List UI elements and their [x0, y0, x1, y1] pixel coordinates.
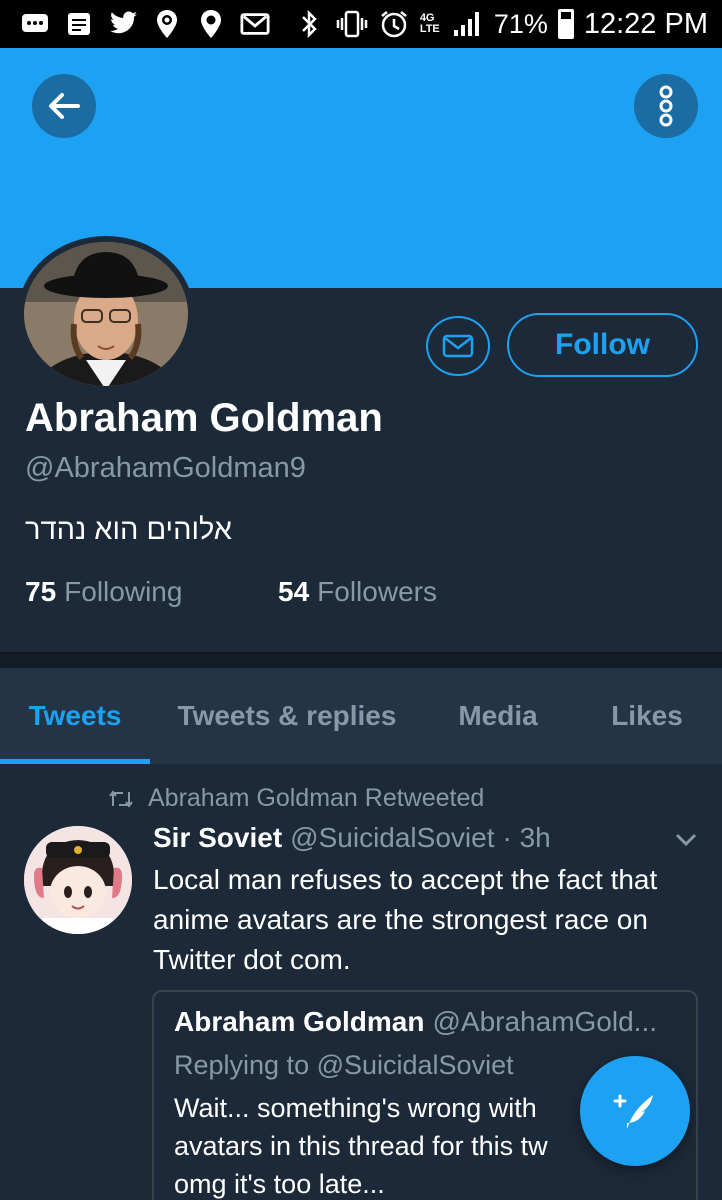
retweet-indicator: Abraham Goldman Retweeted [108, 784, 484, 813]
location-notification-icon [152, 9, 182, 39]
profile-bio: אלוהים הוא נהדר [25, 514, 232, 546]
followers-stat[interactable]: 54 Followers [278, 576, 437, 608]
chat-notification-icon [20, 9, 50, 39]
message-notification-icon [64, 9, 94, 39]
direct-message-button[interactable] [426, 316, 490, 376]
signal-icon [452, 9, 484, 39]
tab-likes[interactable]: Likes [572, 668, 722, 764]
chevron-down-icon [675, 833, 697, 847]
clock: 12:22 PM [583, 7, 708, 40]
bluetooth-icon [294, 9, 326, 39]
retweet-note: Abraham Goldman Retweeted [148, 784, 485, 812]
compose-feather-icon [613, 1094, 653, 1129]
profile-tabs: Tweets Tweets & replies Media Likes [0, 668, 722, 764]
back-button[interactable] [32, 74, 96, 138]
tweet-author-handle[interactable]: @SuicidalSoviet [290, 822, 494, 854]
map-pin-notification-icon [196, 9, 226, 39]
section-divider [0, 652, 722, 668]
more-options-button[interactable] [634, 74, 698, 138]
quoted-author-name: Abraham Goldman [174, 1006, 425, 1037]
following-stat[interactable]: 75 Following [25, 576, 278, 608]
retweet-icon [109, 789, 133, 808]
following-label: Following [64, 576, 183, 607]
follow-button[interactable]: Follow [507, 313, 698, 377]
gmail-notification-icon [240, 9, 270, 39]
profile-avatar-image [24, 242, 188, 386]
back-arrow-icon [49, 93, 80, 119]
battery-icon [557, 9, 574, 39]
tweet-author-avatar[interactable] [24, 826, 132, 934]
compose-tweet-button[interactable] [580, 1056, 690, 1166]
tab-tweets[interactable]: Tweets [0, 668, 150, 764]
status-bar: 4G LTE 71% 12:22 PM [0, 0, 722, 48]
followers-count: 54 [278, 576, 310, 607]
twitter-notification-icon [108, 9, 138, 39]
tweet-text: Local man refuses to accept the fact tha… [153, 864, 658, 975]
quoted-author-handle: @AbrahamGold... [432, 1006, 658, 1037]
tweet-author-name[interactable]: Sir Soviet [153, 822, 282, 854]
tweet-time: · 3h [502, 822, 551, 853]
following-count: 75 [25, 576, 57, 607]
profile-name: Abraham Goldman [25, 396, 383, 440]
tab-tweets-replies[interactable]: Tweets & replies [150, 668, 424, 764]
envelope-icon [442, 334, 474, 358]
profile-handle: @AbrahamGoldman9 [25, 452, 306, 484]
battery-percent: 71% [493, 8, 548, 39]
tweet-menu-button[interactable] [674, 832, 698, 853]
profile-avatar[interactable] [18, 236, 194, 392]
more-vertical-icon [659, 85, 673, 127]
lte-icon: 4G LTE [419, 12, 440, 35]
quoted-text-line: omg it's too late... [174, 1169, 385, 1199]
vibrate-icon [336, 9, 368, 39]
quoted-tweet-header: Abraham Goldman @AbrahamGold... [174, 1006, 676, 1038]
tweet-header: Sir Soviet @SuicidalSoviet · 3h [153, 822, 551, 854]
alarm-icon [378, 9, 410, 39]
tab-media[interactable]: Media [424, 668, 572, 764]
followers-label: Followers [317, 576, 437, 607]
profile-stats: 75 Following 54 Followers [25, 576, 437, 608]
